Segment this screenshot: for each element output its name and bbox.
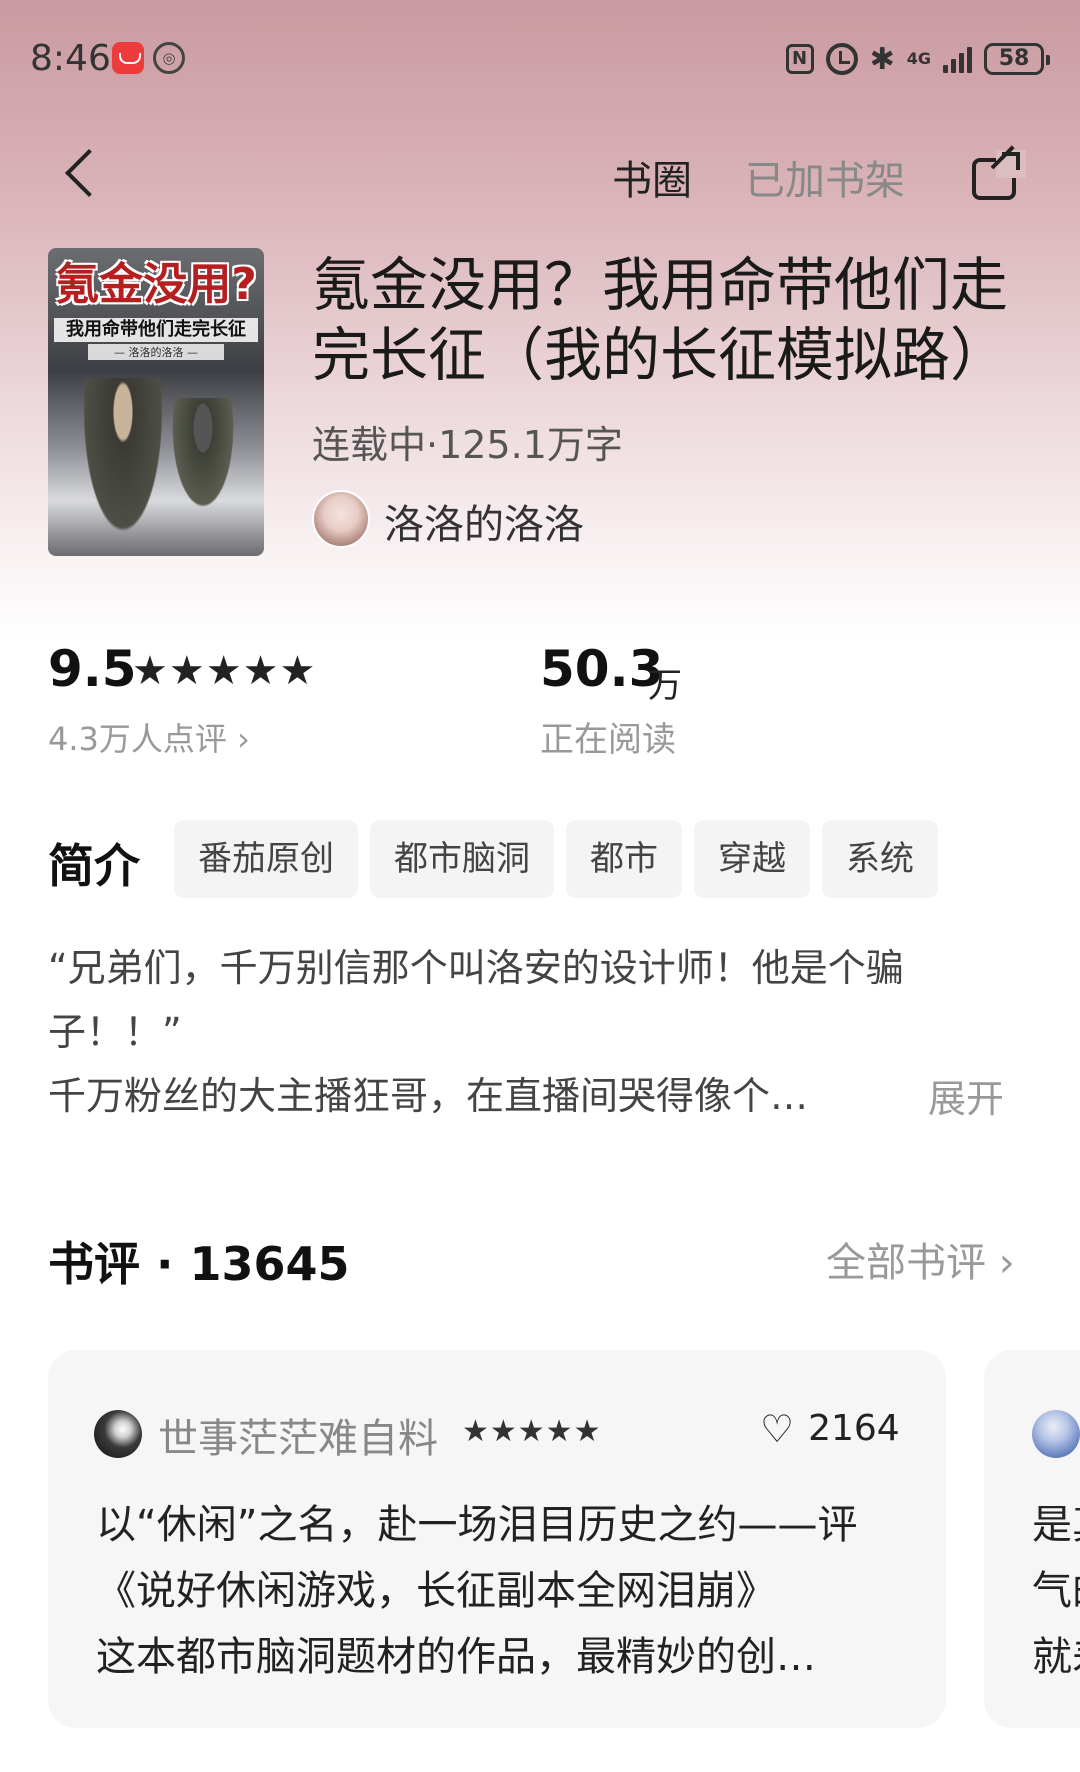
cover-figure-2 [168,398,238,518]
review-line: 就差 [1032,1634,1080,1680]
reviewer-avatar[interactable] [94,1410,142,1458]
expand-button[interactable]: 展开 [928,1068,1004,1123]
all-reviews-link[interactable]: 全部书评 › [826,1230,1015,1288]
cover-subtitle: 我用命带他们走完长征 [54,318,258,342]
review-text: 以“休闲”之名，赴一场泪目历史之约——评 《说好休闲游戏，长征副本全网泪崩》 这… [96,1492,916,1690]
review-line: 《说好休闲游戏，长征副本全网泪崩》 [96,1568,776,1614]
tag-chip[interactable]: 穿越 [694,820,810,898]
nfc-icon: N [785,44,814,74]
signal-icon [943,45,972,73]
reviewer-avatar[interactable] [1032,1410,1080,1458]
back-icon [64,148,114,198]
cover-title: 氪金没用? [55,259,257,310]
huawei-app-icon [112,42,144,74]
intro-text[interactable]: “兄弟们，千万别信那个叫洛安的设计师！他是个骗 子！！” 千万粉丝的大主播狂哥，… [48,936,1028,1128]
back-button[interactable] [58,140,118,210]
tag-list: 番茄原创 都市脑洞 都市 穿越 系统 [174,820,938,898]
status-time: 8:46 [30,38,111,79]
battery-icon: 58 [984,43,1050,75]
status-icons: N ✱ 4G 58 [785,40,1050,78]
intro-heading: 简介 [48,839,140,893]
share-button[interactable] [968,145,1026,204]
readers-count: 50.3 [540,640,664,698]
reviews-heading: 书评 · 13645 [48,1237,350,1291]
tag-chip[interactable]: 番茄原创 [174,820,358,898]
review-stars: ★★★★★ [462,1414,602,1449]
review-card[interactable]: 是真 气的 就差 [984,1350,1080,1728]
review-line: 气的 [1032,1568,1080,1614]
readers-unit: 万 [648,666,682,706]
like-button[interactable]: ♡ 2164 [760,1408,900,1449]
cover-figure [78,378,168,548]
reviewer-name[interactable]: 世事茫茫难自料 [158,1406,438,1464]
readers-label: 正在阅读 [540,720,676,760]
status-notification-icon: ◎ [153,42,185,74]
tag-chip[interactable]: 系统 [822,820,938,898]
rating-score: 9.5 [48,640,137,698]
rating-stars: ★★★★★ [132,648,317,694]
intro-line: “兄弟们，千万别信那个叫洛安的设计师！他是个骗 [48,946,904,990]
review-line: 是真 [1032,1502,1080,1548]
network-type-icon: 4G [906,49,931,68]
author-name[interactable]: 洛洛的洛洛 [384,492,584,550]
added-to-shelf-button[interactable]: 已加书架 [745,148,905,206]
author-avatar[interactable] [312,490,370,548]
book-title: 氪金没用？我用命带他们走完长征（我的长征模拟路） [312,251,1009,389]
alarm-icon [825,43,858,75]
book-cover[interactable]: 氪金没用? 我用命带他们走完长征 — 洛洛的洛洛 — [48,248,264,556]
intro-line: 子！！” [48,1010,182,1054]
status-bar: 8:46 ◎ N ✱ 4G 58 [0,0,1080,110]
review-card[interactable]: 世事茫茫难自料 ★★★★★ ♡ 2164 以“休闲”之名，赴一场泪目历史之约——… [48,1350,946,1728]
review-text: 是真 气的 就差 [1032,1492,1080,1690]
review-line: 这本都市脑洞题材的作品，最精妙的创… [96,1634,816,1680]
rating-count-link[interactable]: 4.3万人点评 › [48,714,250,760]
bluetooth-icon: ✱ [869,41,895,77]
tag-chip[interactable]: 都市脑洞 [370,820,554,898]
heart-icon: ♡ [760,1406,795,1451]
tag-chip[interactable]: 都市 [566,820,682,898]
like-count: 2164 [808,1408,900,1449]
intro-line: 千万粉丝的大主播狂哥，在直播间哭得像个… [48,1074,809,1118]
cover-author: — 洛洛的洛洛 — [88,344,224,360]
review-line: 以“休闲”之名，赴一场泪目历史之约——评 [96,1502,858,1548]
book-status: 连载中·125.1万字 [312,423,623,467]
book-circle-button[interactable]: 书圈 [612,148,692,206]
